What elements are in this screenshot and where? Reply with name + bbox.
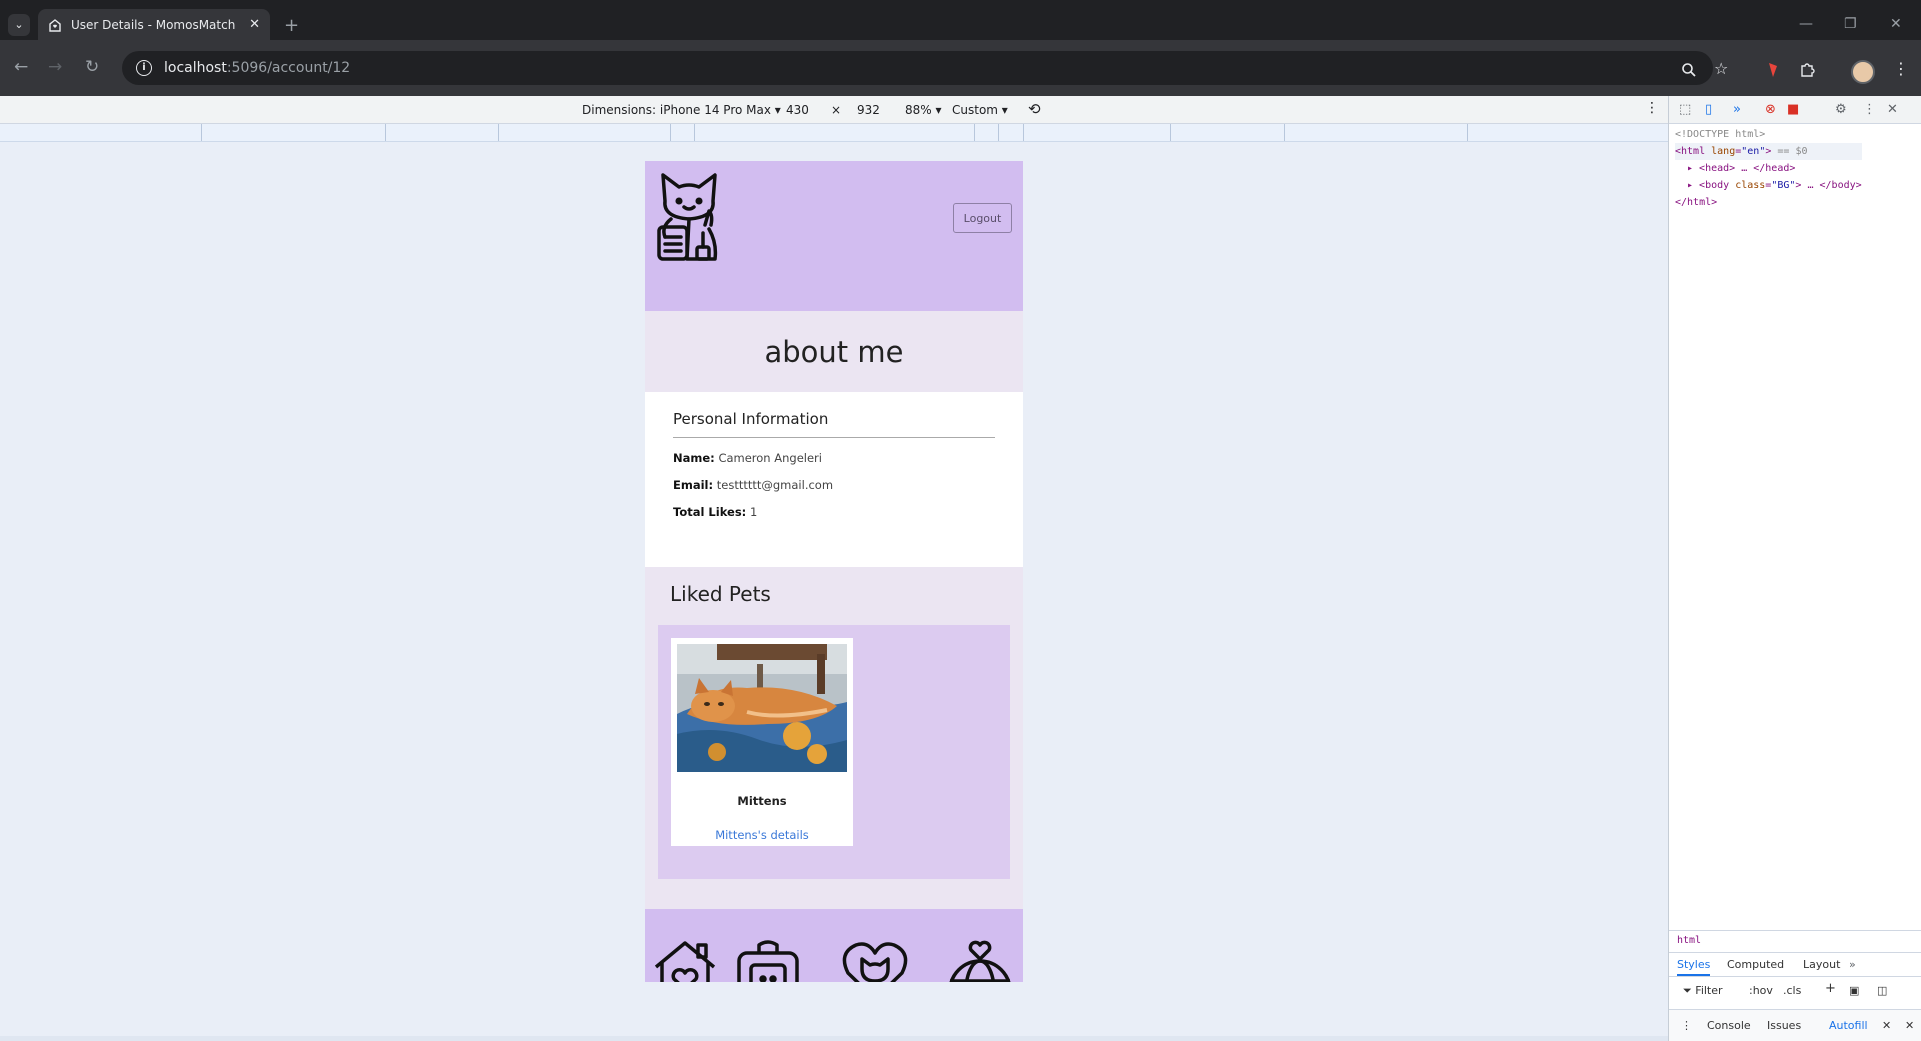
likes-row: Total Likes: 1 xyxy=(673,505,995,519)
extensions-puzzle-icon[interactable] xyxy=(1799,61,1816,78)
error-count-icon[interactable]: ⊗ xyxy=(1765,102,1776,117)
tab-styles[interactable]: Styles xyxy=(1677,958,1711,976)
name-label: Name: xyxy=(673,451,715,465)
more-styles-tabs-icon[interactable]: » xyxy=(1849,958,1856,971)
bookmark-star-icon[interactable]: ☆ xyxy=(1714,59,1728,78)
cat-mascot-logo-icon[interactable] xyxy=(653,171,723,263)
liked-pets-heading: Liked Pets xyxy=(670,582,771,606)
device-toolbar: Dimensions: iPhone 14 Pro Max ▾ 430 × 93… xyxy=(0,96,1668,124)
browser-titlebar: ⌄ User Details - MomosMatch ✕ + — ❐ ✕ xyxy=(0,0,1921,40)
tab-title: User Details - MomosMatch xyxy=(71,17,236,32)
minimize-icon[interactable]: — xyxy=(1799,16,1813,32)
device-width-input[interactable]: 430 xyxy=(786,103,809,117)
pet-photo xyxy=(677,644,847,772)
pet-card: Mittens Mittens's details xyxy=(671,638,853,846)
styles-filter-row: ⏷ Filter :hov .cls + ▣ ◫ xyxy=(1669,976,1921,1004)
globe-heart-icon[interactable] xyxy=(945,939,1015,982)
close-window-icon[interactable]: ✕ xyxy=(1890,16,1902,32)
forward-arrow-icon[interactable]: → xyxy=(48,57,62,77)
inspect-element-icon[interactable]: ⬚ xyxy=(1679,102,1691,117)
likes-label: Total Likes: xyxy=(673,505,747,519)
issues-count-icon[interactable]: ■ xyxy=(1787,102,1799,117)
extension-red-icon[interactable] xyxy=(1766,62,1780,78)
personal-info-card: Personal Information Name: Cameron Angel… xyxy=(645,392,1023,567)
about-me-title: about me xyxy=(764,334,904,369)
url-host: localhost xyxy=(164,60,227,76)
profile-avatar[interactable] xyxy=(1851,60,1875,84)
settings-gear-icon[interactable]: ⚙ xyxy=(1835,102,1847,117)
dom-breadcrumb[interactable]: html xyxy=(1669,930,1921,952)
devtools-panel: ⬚ ▯ » ⊗ ■ ⚙ ⋮ ✕ <!DOCTYPE html> <html la… xyxy=(1668,96,1921,1041)
devtools-drawer: ⋮ Console Issues Autofill ✕ ✕ xyxy=(1669,1009,1921,1041)
toggle-sidebar-icon[interactable]: ◫ xyxy=(1877,984,1887,997)
dom-doctype: <!DOCTYPE html> xyxy=(1675,129,1766,140)
devtools-menu-icon[interactable]: ⋮ xyxy=(1863,102,1876,117)
pet-carrier-icon[interactable] xyxy=(735,939,801,982)
email-row: Email: testttttt@gmail.com xyxy=(673,478,995,492)
drawer-menu-icon[interactable]: ⋮ xyxy=(1681,1019,1692,1032)
device-more-icon[interactable]: ⋮ xyxy=(1645,100,1659,116)
dom-html-close: </html> xyxy=(1675,197,1718,208)
name-row: Name: Cameron Angeleri xyxy=(673,451,995,465)
pet-details-link[interactable]: Mittens's details xyxy=(671,828,853,842)
hov-toggle[interactable]: :hov xyxy=(1749,984,1773,997)
close-autofill-icon[interactable]: ✕ xyxy=(1882,1019,1891,1032)
drawer-tab-issues[interactable]: Issues xyxy=(1767,1019,1801,1032)
site-info-icon[interactable]: i xyxy=(136,60,152,76)
cat-heart-icon[interactable] xyxy=(840,939,910,982)
devtools-toolbar: ⬚ ▯ » ⊗ ■ ⚙ ⋮ ✕ xyxy=(1669,96,1921,124)
home-heart-icon[interactable] xyxy=(652,939,718,982)
browser-toolbar: ← → ↻ i localhost:5096/account/12 xyxy=(0,40,1921,96)
element-state-icon[interactable]: ▣ xyxy=(1849,984,1859,997)
drawer-tab-console[interactable]: Console xyxy=(1707,1019,1751,1032)
media-query-bar[interactable] xyxy=(0,124,1668,142)
zoom-select[interactable]: 88% ▾ xyxy=(905,103,942,117)
personal-info-heading: Personal Information xyxy=(673,410,995,438)
close-drawer-icon[interactable]: ✕ xyxy=(1905,1019,1914,1032)
tab-computed[interactable]: Computed xyxy=(1727,958,1784,971)
elements-tree[interactable]: <!DOCTYPE html> <html lang="en"> == $0 ▸… xyxy=(1675,126,1862,211)
likes-value: 1 xyxy=(749,505,758,519)
times-symbol: × xyxy=(831,103,842,117)
email-value: testttttt@gmail.com xyxy=(716,478,834,492)
logout-button[interactable]: Logout xyxy=(953,203,1012,233)
rotate-icon[interactable]: ⟲ xyxy=(1028,100,1041,118)
more-tabs-icon[interactable]: » xyxy=(1733,102,1741,117)
reload-icon[interactable]: ↻ xyxy=(85,57,99,77)
pet-name: Mittens xyxy=(737,794,787,808)
dom-body-node[interactable]: ▸ <body class="BG"> … </body> xyxy=(1675,177,1862,194)
browser-menu-icon[interactable]: ⋮ xyxy=(1893,59,1909,78)
filter-input[interactable]: ⏷ Filter xyxy=(1683,984,1723,998)
browser-tab-active[interactable]: User Details - MomosMatch ✕ xyxy=(38,9,270,40)
close-tab-icon[interactable]: ✕ xyxy=(249,17,260,32)
close-devtools-icon[interactable]: ✕ xyxy=(1887,102,1898,117)
site-header: Logout xyxy=(645,161,1023,311)
address-bar[interactable]: i localhost:5096/account/12 xyxy=(122,51,1713,85)
new-tab-icon[interactable]: + xyxy=(284,15,299,36)
restore-icon[interactable]: ❐ xyxy=(1844,16,1857,32)
back-arrow-icon[interactable]: ← xyxy=(14,57,28,77)
liked-pets-panel: Mittens Mittens's details xyxy=(658,625,1010,879)
status-strip xyxy=(0,1036,1668,1041)
zoom-icon[interactable] xyxy=(1681,62,1697,78)
name-value: Cameron Angeleri xyxy=(718,451,822,465)
cls-toggle[interactable]: .cls xyxy=(1783,984,1801,997)
drawer-tab-autofill[interactable]: Autofill xyxy=(1829,1019,1868,1032)
dom-html-node[interactable]: <html lang="en"> == $0 xyxy=(1675,143,1862,160)
throttle-select[interactable]: Custom ▾ xyxy=(952,103,1008,117)
tab-search-chevron-icon[interactable]: ⌄ xyxy=(8,14,30,36)
device-dimensions-select[interactable]: Dimensions: iPhone 14 Pro Max ▾ xyxy=(582,103,781,117)
new-rule-icon[interactable]: + xyxy=(1825,981,1836,996)
tab-layout[interactable]: Layout xyxy=(1803,958,1840,971)
dom-head-node[interactable]: ▸ <head> … </head> xyxy=(1675,160,1862,177)
device-viewport: Logout about me Personal Information Nam… xyxy=(645,161,1023,982)
device-height-input[interactable]: 932 xyxy=(857,103,880,117)
device-toggle-icon[interactable]: ▯ xyxy=(1705,102,1712,117)
email-label: Email: xyxy=(673,478,714,492)
styles-tab-bar: Styles Computed Layout » xyxy=(1669,952,1921,976)
favicon-icon xyxy=(48,18,62,32)
bottom-nav xyxy=(645,909,1023,982)
url-path: :5096/account/12 xyxy=(226,60,351,76)
